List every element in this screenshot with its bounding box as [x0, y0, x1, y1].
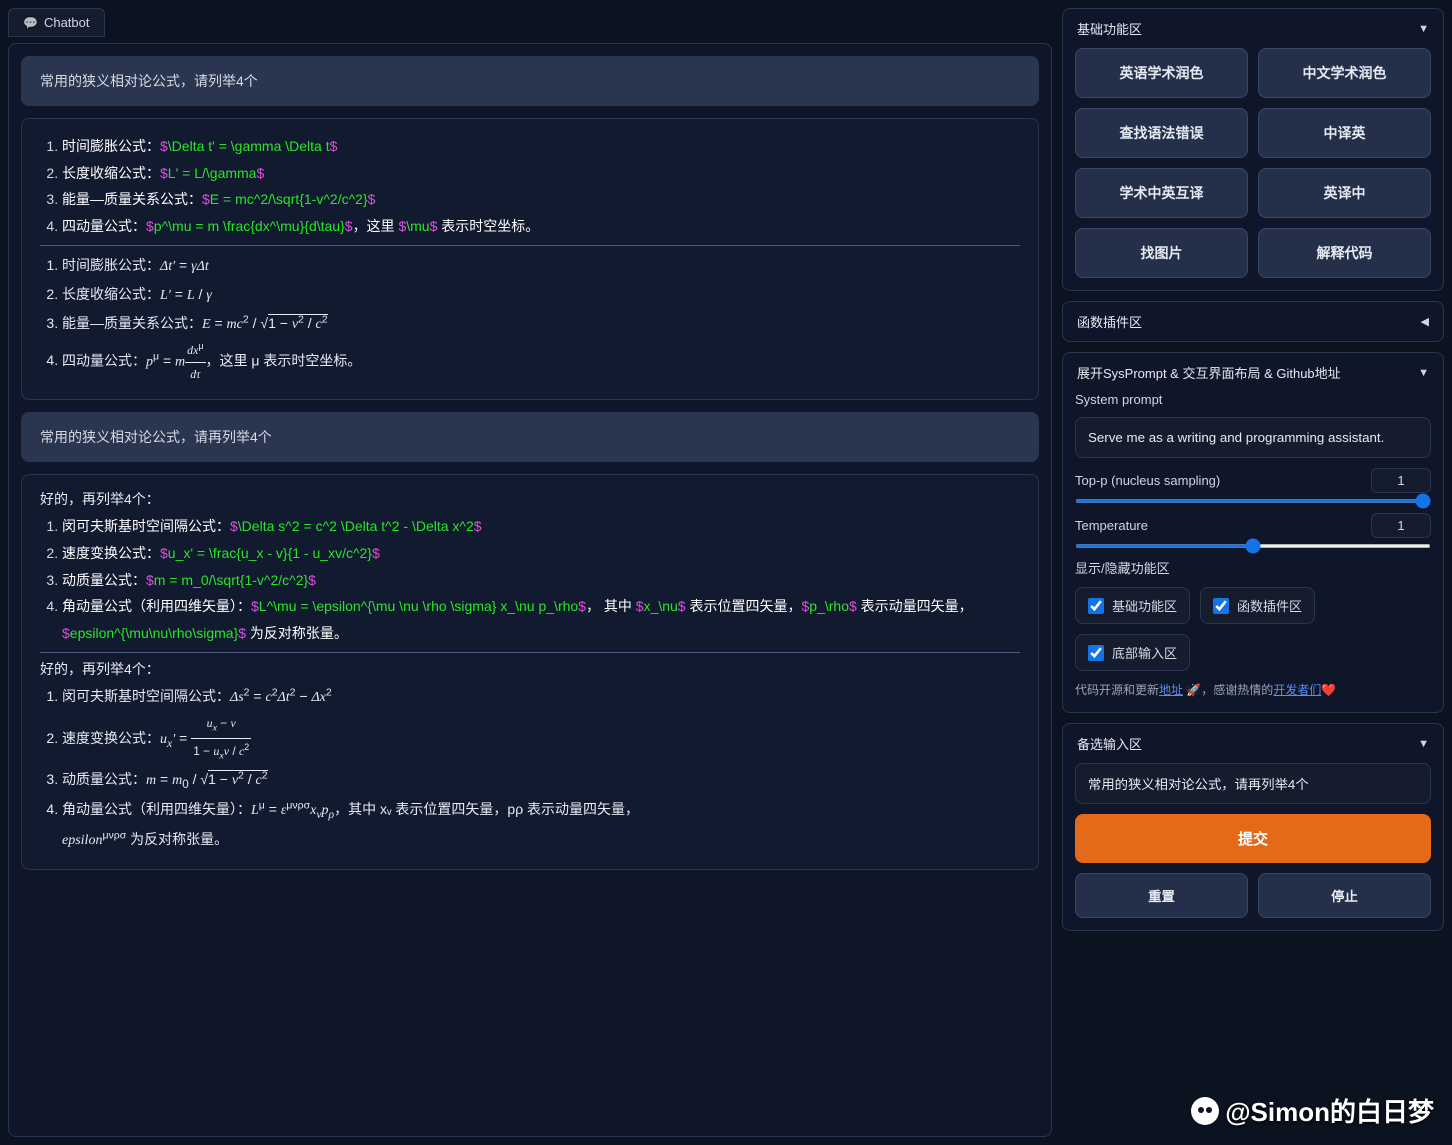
fn-btn-zh2en[interactable]: 中译英 [1258, 108, 1431, 158]
chevron-left-icon: ◀ [1421, 315, 1429, 328]
vis-label: 显示/隐藏功能区 [1075, 558, 1431, 577]
chevron-down-icon: ▼ [1418, 23, 1429, 35]
chk-basic-input[interactable] [1088, 598, 1104, 614]
submit-button[interactable]: 提交 [1075, 814, 1431, 863]
chk-bottom-input[interactable]: 底部输入区 [1075, 634, 1190, 671]
chat-msg-user: 常用的狭义相对论公式，请再列举4个 [21, 412, 1039, 462]
tab-label: Chatbot [44, 15, 90, 30]
fn-btn-zh-polish[interactable]: 中文学术润色 [1258, 48, 1431, 98]
src-math: \Delta t' = \gamma \Delta t [168, 138, 330, 154]
topp-slider[interactable] [1075, 499, 1431, 503]
panel-title: 展开SysPrompt & 交互界面布局 & Github地址 [1077, 363, 1341, 382]
sysprompt-label: System prompt [1075, 392, 1431, 407]
panel-alt-header[interactable]: 备选输入区 ▼ [1063, 724, 1443, 763]
chk-basic[interactable]: 基础功能区 [1075, 587, 1190, 624]
tab-chatbot[interactable]: 💬 Chatbot [8, 8, 105, 37]
stop-button[interactable]: 停止 [1258, 873, 1431, 918]
panel-config-header[interactable]: 展开SysPrompt & 交互界面布局 & Github地址 ▼ [1063, 353, 1443, 392]
topp-value[interactable]: 1 [1371, 468, 1431, 493]
chk-plugins-input[interactable] [1213, 598, 1229, 614]
chk-plugins[interactable]: 函数插件区 [1200, 587, 1315, 624]
heart-icon: ❤️ [1321, 683, 1336, 697]
chevron-down-icon: ▼ [1418, 738, 1429, 750]
reset-button[interactable]: 重置 [1075, 873, 1248, 918]
fn-btn-acad-trans[interactable]: 学术中英互译 [1075, 168, 1248, 218]
panel-plugins-header[interactable]: 函数插件区 ◀ [1063, 302, 1443, 341]
panel-basic: 基础功能区 ▼ 英语学术润色 中文学术润色 查找语法错误 中译英 学术中英互译 … [1062, 8, 1444, 291]
panel-title: 函数插件区 [1077, 312, 1142, 331]
panel-title: 基础功能区 [1077, 19, 1142, 38]
temp-slider[interactable] [1075, 544, 1431, 548]
panel-alt-input: 备选输入区 ▼ 提交 重置 停止 [1062, 723, 1444, 931]
panel-title: 备选输入区 [1077, 734, 1142, 753]
fn-btn-en2zh[interactable]: 英译中 [1258, 168, 1431, 218]
footnote-link-repo[interactable]: 地址 [1159, 683, 1183, 697]
topp-label: Top-p (nucleus sampling) [1075, 473, 1220, 488]
src-prefix: 时间膨胀公式： [62, 138, 160, 154]
msg-text: 常用的狭义相对论公式，请再列举4个 [40, 429, 272, 445]
chk-bottom-input-input[interactable] [1088, 645, 1104, 661]
chevron-down-icon: ▼ [1418, 367, 1429, 379]
fn-btn-findimg[interactable]: 找图片 [1075, 228, 1248, 278]
panel-basic-header[interactable]: 基础功能区 ▼ [1063, 9, 1443, 48]
chat-icon: 💬 [23, 16, 38, 30]
chat-area: 常用的狭义相对论公式，请列举4个 时间膨胀公式：$\Delta t' = \ga… [8, 43, 1052, 1137]
chat-msg-bot: 时间膨胀公式：$\Delta t' = \gamma \Delta t$ 长度收… [21, 118, 1039, 400]
msg-text: 常用的狭义相对论公式，请列举4个 [40, 73, 258, 89]
panel-plugins: 函数插件区 ◀ [1062, 301, 1444, 342]
sysprompt-input[interactable] [1075, 417, 1431, 458]
fn-btn-eng-polish[interactable]: 英语学术润色 [1075, 48, 1248, 98]
panel-config: 展开SysPrompt & 交互界面布局 & Github地址 ▼ System… [1062, 352, 1444, 713]
chat-msg-bot: 好的，再列举4个： 闵可夫斯基时空间隔公式：$\Delta s^2 = c^2 … [21, 474, 1039, 870]
fn-btn-explain-code[interactable]: 解释代码 [1258, 228, 1431, 278]
footnote: 代码开源和更新地址 🚀，感谢热情的开发者们❤️ [1075, 681, 1431, 700]
fn-btn-grammar[interactable]: 查找语法错误 [1075, 108, 1248, 158]
temp-label: Temperature [1075, 518, 1148, 533]
chat-msg-user: 常用的狭义相对论公式，请列举4个 [21, 56, 1039, 106]
footnote-link-devs[interactable]: 开发者们 [1273, 683, 1321, 697]
alt-input[interactable] [1075, 763, 1431, 804]
temp-value[interactable]: 1 [1371, 513, 1431, 538]
